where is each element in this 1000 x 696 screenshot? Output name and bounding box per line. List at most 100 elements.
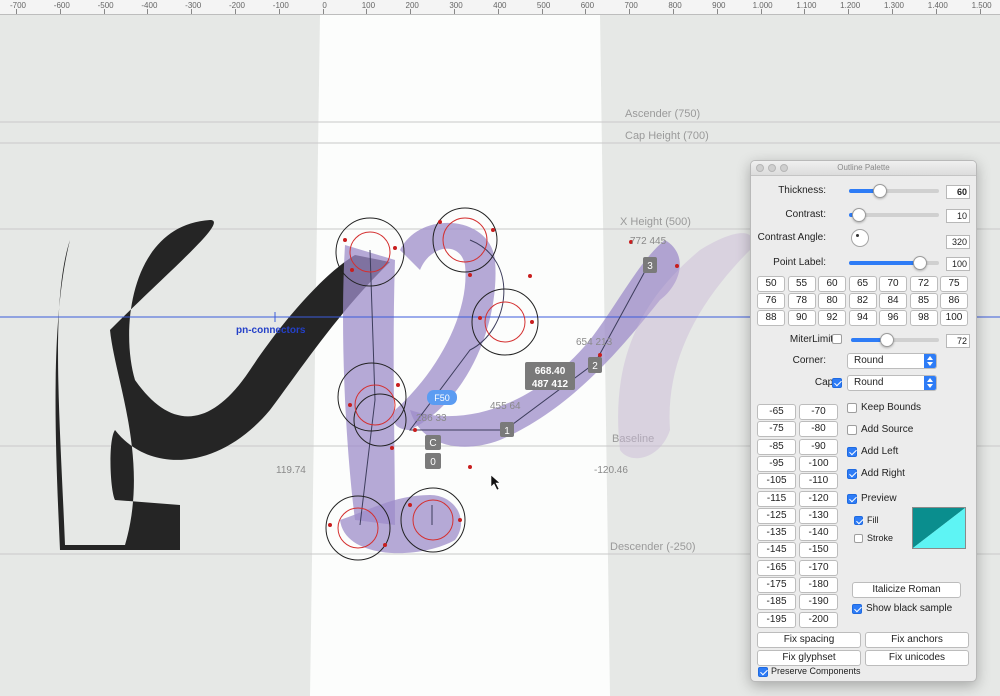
add-left-checkbox[interactable] <box>847 447 857 457</box>
palette-titlebar[interactable]: Outline Palette <box>751 161 976 176</box>
contrast-angle-dial[interactable] <box>851 229 869 247</box>
cap-checkbox[interactable] <box>832 378 842 388</box>
value-button[interactable]: 85 <box>909 293 938 309</box>
value-button[interactable]: 84 <box>879 293 907 309</box>
offset-button[interactable]: -85 <box>757 438 796 455</box>
thickness-value[interactable]: 60 <box>946 185 970 199</box>
stroke-label: Stroke <box>867 533 894 543</box>
miterlimit-slider[interactable] <box>851 333 939 347</box>
value-button[interactable]: 88 <box>757 310 785 326</box>
miterlimit-checkbox[interactable] <box>832 334 842 344</box>
ruler-label: -500 <box>97 1 114 10</box>
horizontal-ruler: -700 -600 -500 -400 -300 -200 -100 0 100 200 300 40… <box>0 0 1000 15</box>
point-label-slider[interactable] <box>849 256 939 270</box>
offset-button[interactable]: -185 <box>757 594 796 611</box>
value-button[interactable]: 82 <box>848 293 877 309</box>
color-swatch[interactable] <box>912 507 966 549</box>
keep-bounds-label: Keep Bounds <box>861 402 922 413</box>
value-button[interactable]: 72 <box>909 276 938 292</box>
offset-button[interactable]: -190 <box>799 594 838 611</box>
corner-select[interactable]: Round <box>847 353 937 369</box>
offset-button[interactable]: -140 <box>799 525 838 542</box>
value-button[interactable]: 50 <box>757 276 785 292</box>
offset-button[interactable]: -95 <box>757 455 796 472</box>
stroke-checkbox[interactable] <box>854 534 863 543</box>
value-button[interactable]: 65 <box>848 276 877 292</box>
miterlimit-value[interactable]: 72 <box>946 334 970 348</box>
ruler-label: 700 <box>624 1 638 10</box>
value-button[interactable]: 94 <box>848 310 877 326</box>
ruler-label: 1.200 <box>840 1 861 10</box>
offset-button[interactable]: -65 <box>757 404 796 420</box>
contrast-value[interactable]: 10 <box>946 209 970 223</box>
ruler-label: -400 <box>141 1 158 10</box>
offset-button[interactable]: -80 <box>799 421 838 438</box>
offset-button[interactable]: -75 <box>757 421 796 438</box>
offset-button[interactable]: -110 <box>799 473 838 490</box>
offset-button[interactable]: -195 <box>757 611 796 628</box>
offset-button[interactable]: -115 <box>757 490 796 507</box>
miterlimit-label: MiterLimit: <box>789 334 836 345</box>
guide-label: pn-connectors <box>236 325 306 336</box>
value-button[interactable]: 90 <box>787 310 816 326</box>
ruler-label: 1.500 <box>971 1 992 10</box>
fix-anchors-button[interactable]: Fix anchors <box>865 632 969 648</box>
italicize-roman-button[interactable]: Italicize Roman <box>852 582 961 598</box>
offset-button[interactable]: -90 <box>799 438 838 455</box>
miterlimit-row: MiterLimit: 72 <box>751 331 976 349</box>
contrast-slider[interactable] <box>849 208 939 222</box>
value-button[interactable]: 78 <box>787 293 816 309</box>
keep-bounds-checkbox[interactable] <box>847 403 857 413</box>
add-right-label: Add Right <box>861 468 905 479</box>
value-button[interactable]: 70 <box>879 276 907 292</box>
fix-glyphset-button[interactable]: Fix glyphset <box>757 650 861 666</box>
value-button[interactable]: 96 <box>879 310 907 326</box>
offset-button[interactable]: -180 <box>799 577 838 593</box>
offset-button[interactable]: -135 <box>757 525 796 542</box>
fill-label: Fill <box>867 515 879 525</box>
offset-button[interactable]: -100 <box>799 455 838 472</box>
contrast-angle-value[interactable]: 320 <box>946 235 970 249</box>
svg-text:0: 0 <box>430 457 436 468</box>
preserve-components-checkbox[interactable] <box>758 667 768 677</box>
value-button[interactable]: 80 <box>818 293 846 309</box>
cap-select[interactable]: Round <box>847 375 937 391</box>
fill-checkbox[interactable] <box>854 516 863 525</box>
outline-palette[interactable]: Outline Palette Thickness: 60 Contrast: … <box>750 160 977 682</box>
preview-checkbox[interactable] <box>847 494 857 504</box>
chevron-updown-icon <box>924 376 936 390</box>
svg-text:C: C <box>429 438 436 449</box>
add-right-checkbox[interactable] <box>847 469 857 479</box>
offset-button[interactable]: -175 <box>757 577 796 593</box>
value-button[interactable]: 92 <box>818 310 846 326</box>
show-black-sample-label: Show black sample <box>866 603 953 614</box>
value-button[interactable]: 76 <box>757 293 785 309</box>
point-label-value[interactable]: 100 <box>946 257 970 271</box>
offset-button[interactable]: -170 <box>799 559 838 576</box>
offset-button[interactable]: -145 <box>757 542 796 559</box>
value-button[interactable]: 60 <box>818 276 846 292</box>
chevron-updown-icon <box>924 354 936 368</box>
value-button[interactable]: 98 <box>909 310 938 326</box>
fix-unicodes-button[interactable]: Fix unicodes <box>865 650 969 666</box>
offset-button[interactable]: -150 <box>799 542 838 559</box>
offset-button[interactable]: -105 <box>757 473 796 490</box>
offset-button[interactable]: -130 <box>799 507 838 524</box>
offset-button[interactable]: -125 <box>757 507 796 524</box>
ruler-label: 0 <box>322 1 327 10</box>
show-black-sample-checkbox[interactable] <box>852 604 862 614</box>
value-button[interactable]: 75 <box>940 276 968 292</box>
value-button[interactable]: 55 <box>787 276 816 292</box>
offset-button[interactable]: -120 <box>799 490 838 507</box>
fix-spacing-button[interactable]: Fix spacing <box>757 632 861 648</box>
offset-button[interactable]: -200 <box>799 611 838 628</box>
thickness-slider[interactable] <box>849 184 939 198</box>
offset-button[interactable]: -165 <box>757 559 796 576</box>
value-button[interactable]: 100 <box>940 310 968 326</box>
offset-button[interactable]: -70 <box>799 404 838 420</box>
add-source-checkbox[interactable] <box>847 425 857 435</box>
cap-row: Cap: Round <box>751 374 976 392</box>
value-button[interactable]: 86 <box>940 293 968 309</box>
svg-text:1: 1 <box>504 426 510 437</box>
ruler-label: 900 <box>712 1 726 10</box>
